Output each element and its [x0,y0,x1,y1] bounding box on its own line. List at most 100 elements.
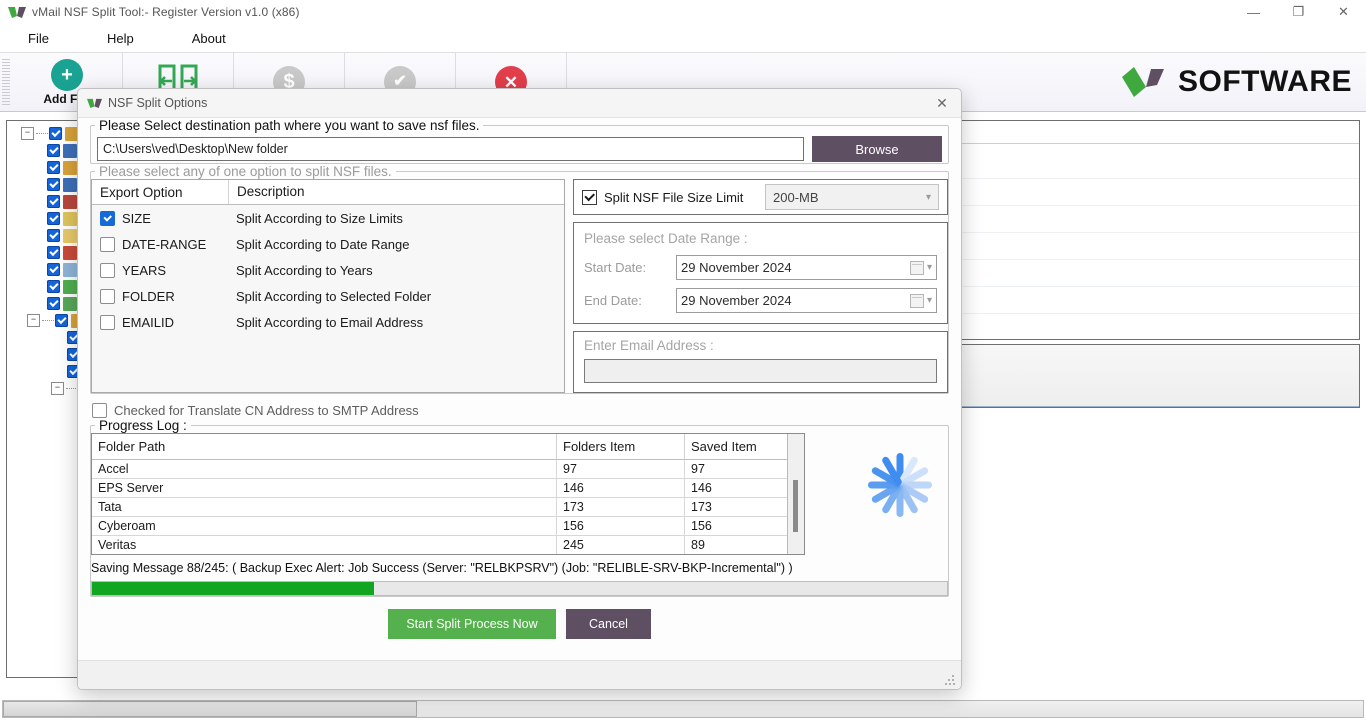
dialog-action-buttons: Start Split Process Now Cancel [90,609,949,639]
export-option-checkbox-size[interactable] [100,210,115,226]
export-option-row-emailid[interactable]: EMAILID Split According to Email Address [92,309,564,335]
progress-log-folders-item: 173 [556,498,684,516]
progress-log-table[interactable]: Folder Path Folders Item Saved Item Acce… [91,433,805,555]
start-date-picker-button[interactable]: ▾ [909,260,932,275]
export-option-row-size[interactable]: SIZE Split According to Size Limits [92,205,564,231]
trash-icon [63,279,77,294]
export-option-checkbox-years[interactable] [100,262,115,278]
start-split-process-button[interactable]: Start Split Process Now [388,609,556,639]
brand-diamond-icon [1122,67,1164,97]
end-date-label: End Date: [584,293,642,308]
tree-checkbox[interactable] [55,314,68,327]
menu-item-about[interactable]: About [192,31,226,46]
progress-log-folder: Cyberoam [98,519,156,533]
maximize-button[interactable]: ❐ [1276,0,1321,24]
progress-log-folders-item: 245 [556,536,684,554]
progress-log-group: Progress Log : Folder Path Folders Item … [90,418,949,597]
export-option-row-date-range[interactable]: DATE-RANGE Split According to Date Range [92,231,564,257]
translate-cn-label: Checked for Translate CN Address to SMTP… [114,403,419,418]
table-row[interactable]: Accel 97 97 [92,460,804,479]
export-option-checkbox-folder[interactable] [100,288,115,304]
export-option-label-emailid: EMAILID [122,314,175,330]
app-logo-icon [8,5,26,19]
brand-text: SOFTWARE [1178,65,1352,98]
chevron-down-icon: ▾ [926,295,932,306]
brand-logo: SOFTWARE [1120,65,1352,99]
tree-expander-icon[interactable]: − [21,127,34,140]
tree-expander-icon[interactable]: − [27,314,40,327]
tree-connector [36,132,48,135]
end-date-input[interactable]: 29 November 2024 ▾ [676,288,937,313]
export-option-label-folder: FOLDER [122,288,175,304]
size-limit-label: Split NSF File Size Limit [604,189,744,205]
tree-checkbox[interactable] [47,212,60,225]
tree-checkbox[interactable] [47,263,60,276]
translate-cn-row[interactable]: Checked for Translate CN Address to SMTP… [92,403,949,418]
menu-item-help[interactable]: Help [107,31,134,46]
tree-expander-icon[interactable]: − [51,382,64,395]
table-row[interactable]: Veritas 245 89 [92,536,804,554]
archive-icon [63,296,77,311]
email-address-input[interactable] [584,359,937,383]
export-option-desc-years: Split According to Years [236,262,373,278]
export-option-desc-folder: Split According to Selected Folder [236,288,432,304]
progress-log-folder: Tata [98,500,122,514]
window-controls: — ❐ ✕ [1231,0,1366,24]
export-option-row-folder[interactable]: FOLDER Split According to Selected Folde… [92,283,564,309]
contacts-icon [63,194,77,209]
progress-log-saved-item: 146 [684,479,804,497]
tree-checkbox[interactable] [47,246,60,259]
table-row[interactable]: EPS Server 146 146 [92,479,804,498]
destination-path-input[interactable]: C:\Users\ved\Desktop\New folder [97,137,804,161]
tree-checkbox[interactable] [47,178,60,191]
dialog-resize-grip[interactable] [945,675,955,685]
calendar-icon [909,260,924,275]
end-date-picker-button[interactable]: ▾ [909,293,932,308]
tree-checkbox[interactable] [47,144,60,157]
tree-checkbox[interactable] [47,161,60,174]
folder-icon [63,160,77,175]
date-range-group: Please select Date Range : Start Date: 2… [573,222,948,324]
email-address-title: Enter Email Address : [584,338,714,353]
progress-log-scrollbar[interactable] [787,434,804,554]
tree-connector [42,319,54,322]
minimize-button[interactable]: — [1231,0,1276,24]
progress-log-header: Folder Path Folders Item Saved Item [92,434,804,460]
title-bar: vMail NSF Split Tool:- Register Version … [0,0,1366,24]
progress-log-col-folder-path: Folder Path [98,439,166,454]
end-date-value: 29 November 2024 [681,293,792,308]
translate-cn-checkbox[interactable] [92,403,107,418]
export-option-col-description: Description [228,180,564,204]
export-option-checkbox-date-range[interactable] [100,236,115,252]
cancel-button[interactable]: Cancel [566,609,651,639]
tree-checkbox[interactable] [47,195,60,208]
export-option-label-years: YEARS [122,262,167,278]
size-limit-dropdown[interactable]: 200-MB ▾ [765,184,939,210]
window-title: vMail NSF Split Tool:- Register Version … [32,5,300,19]
toolbar-grip[interactable] [2,59,10,105]
browse-button[interactable]: Browse [812,136,942,162]
export-option-label-date-range: DATE-RANGE [122,236,207,252]
table-row[interactable]: Tata 173 173 [92,498,804,517]
menu-item-file[interactable]: File [28,31,49,46]
size-limit-checkbox[interactable] [582,189,597,205]
close-button[interactable]: ✕ [1321,0,1366,24]
tree-checkbox[interactable] [47,280,60,293]
export-option-row-years[interactable]: YEARS Split According to Years [92,257,564,283]
horizontal-scrollbar[interactable] [2,700,1364,718]
progress-log-scrollbar-thumb[interactable] [793,480,798,532]
tree-checkbox[interactable] [47,297,60,310]
progress-log-folder: Accel [98,462,129,476]
export-option-table-filler [92,335,564,379]
table-row[interactable]: Cyberoam 156 156 [92,517,804,536]
tree-checkbox[interactable] [47,229,60,242]
journal-icon [63,211,77,226]
tree-checkbox[interactable] [49,127,62,140]
progress-log-col-folders-item: Folders Item [556,434,684,459]
start-date-input[interactable]: 29 November 2024 ▾ [676,255,937,280]
export-option-table[interactable]: Export Option Description SIZE Split Acc… [91,179,565,393]
dialog-close-button[interactable]: ✕ [931,92,953,114]
mail-icon [63,228,77,243]
horizontal-scrollbar-thumb[interactable] [3,701,417,717]
export-option-checkbox-emailid[interactable] [100,314,115,330]
